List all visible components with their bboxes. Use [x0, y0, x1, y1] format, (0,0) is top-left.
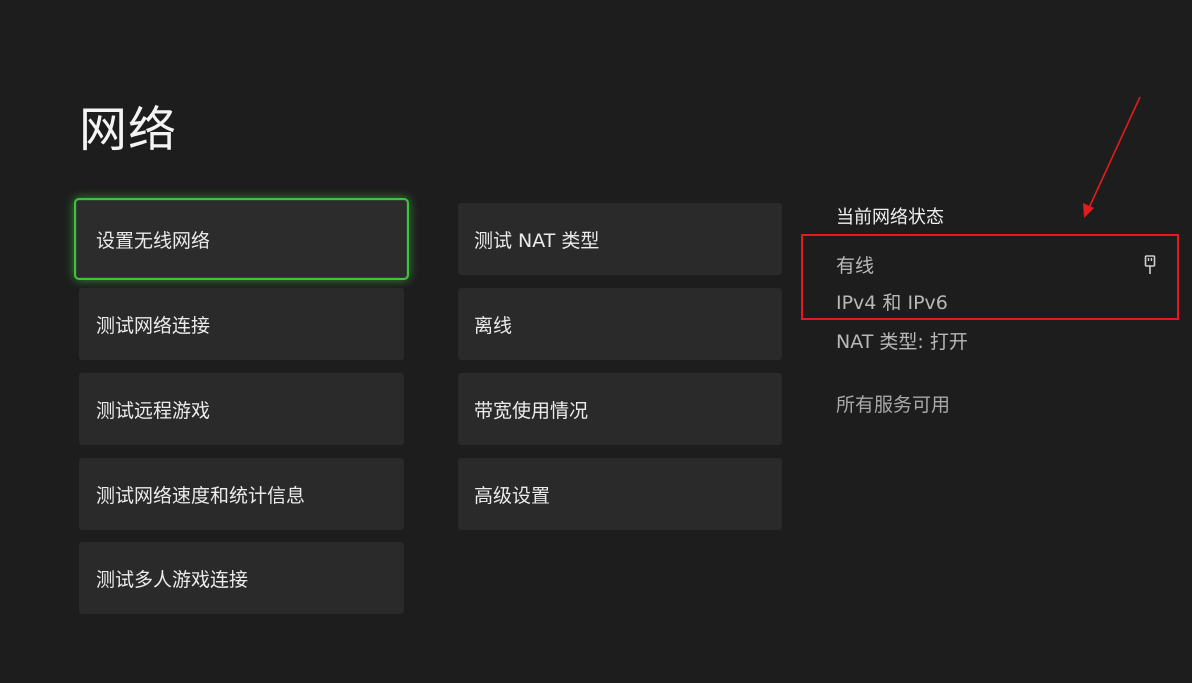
bandwidth-usage-button[interactable]: 带宽使用情况: [458, 373, 782, 445]
network-settings-page: 网络 设置无线网络 测试网络连接 测试远程游戏 测试网络速度和统计信息 测试多人…: [0, 0, 1192, 683]
tile-label: 测试 NAT 类型: [474, 229, 600, 252]
go-offline-button[interactable]: 离线: [458, 288, 782, 360]
tile-label: 测试多人游戏连接: [96, 568, 249, 591]
tile-label: 测试远程游戏: [96, 399, 211, 422]
advanced-settings-button[interactable]: 高级设置: [458, 458, 782, 530]
tile-label: 测试网络速度和统计信息: [96, 484, 306, 507]
test-network-speed-button[interactable]: 测试网络速度和统计信息: [79, 458, 404, 530]
test-remote-play-button[interactable]: 测试远程游戏: [79, 373, 404, 445]
annotation-highlight-box: [801, 234, 1179, 320]
test-multiplayer-connection-button[interactable]: 测试多人游戏连接: [79, 542, 404, 614]
tile-label: 高级设置: [474, 484, 551, 507]
services-status: 所有服务可用: [836, 394, 951, 416]
nat-type-status: NAT 类型: 打开: [836, 331, 968, 353]
page-title: 网络: [79, 102, 178, 158]
network-status-heading: 当前网络状态: [836, 207, 944, 228]
tile-label: 设置无线网络: [96, 229, 211, 252]
tile-label: 带宽使用情况: [474, 399, 589, 422]
tile-label: 测试网络连接: [96, 314, 211, 337]
test-network-connection-button[interactable]: 测试网络连接: [79, 288, 404, 360]
test-nat-type-button[interactable]: 测试 NAT 类型: [458, 203, 782, 275]
tile-label: 离线: [474, 314, 513, 337]
setup-wireless-network-button[interactable]: 设置无线网络: [74, 198, 409, 280]
